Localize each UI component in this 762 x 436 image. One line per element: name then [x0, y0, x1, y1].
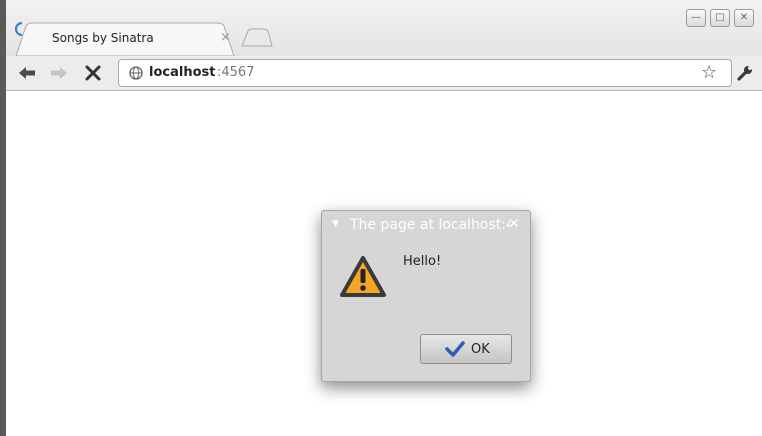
tab-songs-by-sinatra[interactable]: Songs by Sinatra ×	[14, 22, 236, 56]
loading-spinner-icon	[14, 22, 23, 36]
forward-arrow-icon[interactable]	[48, 63, 70, 83]
toolbar: localhost :4567 ☆	[6, 56, 762, 91]
url-host: localhost	[149, 65, 216, 80]
star-icon[interactable]: ☆	[701, 62, 717, 83]
dialog-close-icon[interactable]: ✕	[508, 216, 520, 232]
stop-icon[interactable]	[82, 63, 104, 83]
alert-dialog: ▼ The page at localhost:4567 says: ✕ Hel…	[321, 210, 531, 382]
close-window-icon[interactable]: ✕	[734, 9, 754, 27]
globe-icon	[129, 66, 143, 80]
dialog-message: Hello!	[403, 254, 442, 269]
ok-button[interactable]: OK	[420, 334, 512, 364]
window-left-border	[0, 0, 6, 436]
checkmark-icon	[445, 341, 465, 357]
url-port: :4567	[217, 65, 255, 80]
back-arrow-icon[interactable]	[16, 63, 38, 83]
title-bar: Songs by Sinatra × — □ ✕	[0, 0, 762, 56]
wrench-icon[interactable]	[734, 63, 756, 83]
tab-title: Songs by Sinatra	[52, 31, 154, 45]
new-tab-button[interactable]	[240, 28, 274, 48]
browser-window: Songs by Sinatra × — □ ✕ localhost :4567	[0, 0, 762, 436]
maximize-icon[interactable]: □	[710, 9, 730, 27]
ok-button-label: OK	[471, 342, 490, 357]
dialog-title: The page at localhost:4567 says:	[350, 217, 510, 233]
dialog-titlebar: ▼ The page at localhost:4567 says: ✕	[322, 211, 530, 239]
address-bar[interactable]: localhost :4567 ☆	[118, 59, 732, 87]
minimize-icon[interactable]: —	[686, 9, 706, 27]
tab-close-icon[interactable]: ×	[220, 30, 231, 45]
dialog-menu-icon[interactable]: ▼	[332, 219, 339, 229]
warning-icon	[340, 256, 386, 297]
